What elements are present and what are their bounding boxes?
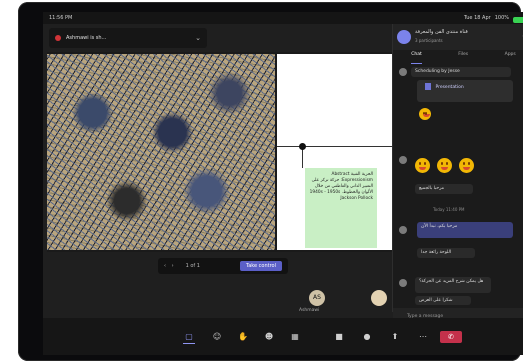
recording-dot-icon [55, 35, 61, 41]
page-indicator: 1 of 1 [185, 263, 200, 269]
page-arrows-icon[interactable]: ‹ › [164, 263, 176, 269]
chat-message: مرحبا بكم، نبدأ الآن [417, 222, 513, 238]
screen-share-banner[interactable]: Ashmawi is sh... ⌄ [49, 28, 207, 48]
mic-icon[interactable]: ● [361, 331, 373, 343]
abstract-painting-image [47, 54, 275, 250]
reactions-icon[interactable]: ☻ [263, 331, 275, 343]
file-attachment[interactable]: Presentation [417, 80, 513, 102]
emoji-icon [459, 158, 474, 173]
channel-avatar [397, 30, 411, 44]
app-screen: 11:56 PM Tue 18 Apr 100% Ashmawi is sh..… [43, 12, 523, 355]
participant-label: Ashmawi [299, 308, 320, 313]
battery-label: 100% [494, 15, 509, 21]
chat-message: Scheduling by Jesse [411, 67, 511, 77]
sender-avatar [399, 279, 407, 287]
share-icon[interactable]: ⬆ [389, 331, 401, 343]
more-icon[interactable]: ⋯ [417, 331, 429, 343]
sender-avatar [399, 156, 407, 164]
take-control-button[interactable]: Take control [239, 261, 282, 271]
chat-panel: قناة منتدى الفن والمعرفة 3 participants … [392, 24, 523, 326]
emoji-icon [437, 158, 452, 173]
status-time: 11:56 PM [49, 15, 73, 21]
timeline-line [277, 146, 392, 147]
emoji-icon [415, 158, 430, 173]
chat-message: اللوحة رائعة جدا [417, 248, 475, 258]
sender-avatar [399, 68, 407, 76]
chat-message: شكرا على العرض [415, 296, 471, 305]
battery-icon [513, 16, 523, 23]
whiteboard-area: الحرية الفنية Abstract Expressionism: حر… [277, 54, 392, 250]
chat-header: قناة منتدى الفن والمعرفة 3 participants … [393, 24, 523, 50]
chat-message: هل يمكن شرح المزيد عن الحركة؟ [415, 277, 491, 293]
leave-call-button[interactable]: ✆ [440, 331, 462, 343]
share-title: Ashmawi is sh... [66, 35, 107, 41]
file-icon [425, 83, 431, 90]
tablet-frame: 11:56 PM Tue 18 Apr 100% Ashmawi is sh..… [18, 2, 523, 361]
participant-avatar[interactable]: AS [309, 290, 325, 306]
raise-hand-icon[interactable]: ✋ [237, 331, 249, 343]
page-navigation: ‹ › 1 of 1 Take control [158, 258, 288, 274]
emoji-icon [419, 108, 431, 120]
attachment-name: Presentation [435, 85, 464, 90]
day-separator: Today 11:40 PM [433, 207, 465, 212]
chat-icon[interactable]: ▢ [183, 331, 195, 344]
status-bar: 11:56 PM Tue 18 Apr 100% [43, 12, 523, 24]
camera-icon[interactable]: ■ [333, 331, 345, 343]
chat-title: قناة منتدى الفن والمعرفة [415, 29, 468, 35]
shared-screen-stage: الحرية الفنية Abstract Expressionism: حر… [47, 52, 392, 252]
participant-avatar[interactable] [371, 290, 387, 306]
view-icon[interactable]: ▦ [289, 331, 301, 343]
chat-message: مرحبا بالجميع [415, 184, 473, 194]
meeting-toolbar: ▢ ☺ ✋ ☻ ▦ ■ ● ⬆ ⋯ ✆ [43, 318, 523, 355]
timeline-pin [299, 143, 306, 150]
chat-tabs: Chat Files Apps [393, 52, 523, 64]
sender-avatar [399, 226, 407, 234]
tab-chat[interactable]: Chat [411, 52, 422, 64]
tab-apps[interactable]: Apps [505, 52, 516, 64]
people-icon[interactable]: ☺ [211, 331, 223, 343]
chevron-down-icon[interactable]: ⌄ [195, 34, 201, 42]
sticky-note: الحرية الفنية Abstract Expressionism: حر… [305, 168, 377, 248]
status-day: Tue 18 Apr [463, 15, 491, 21]
chat-subtitle: 3 participants [415, 38, 443, 43]
tab-files[interactable]: Files [458, 52, 468, 64]
